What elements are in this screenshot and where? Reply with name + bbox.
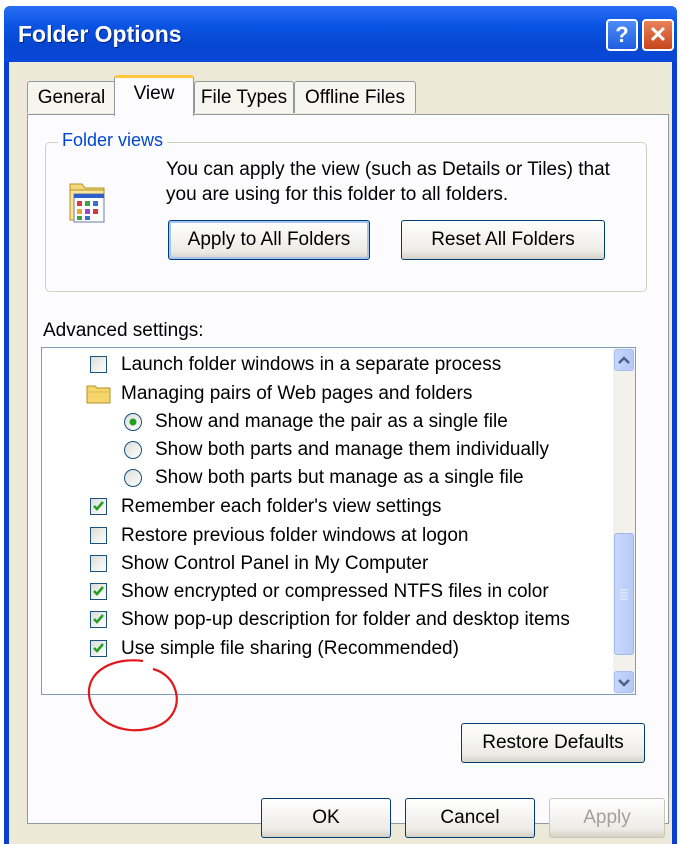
- window-title: Folder Options: [18, 21, 182, 47]
- checkbox[interactable]: [90, 555, 107, 572]
- checkmark-icon: [93, 614, 104, 624]
- tab-offline-files[interactable]: Offline Files: [294, 81, 416, 113]
- radio-dot-icon: [129, 418, 137, 426]
- scrollbar-thumb[interactable]: [614, 533, 634, 655]
- checkmark-icon: [93, 501, 104, 511]
- radio-button[interactable]: [124, 413, 142, 431]
- reset-all-folders-button[interactable]: Reset All Folders: [401, 220, 605, 260]
- folder-views-description: You can apply the view (such as Details …: [166, 159, 610, 205]
- tab-general[interactable]: General: [27, 81, 116, 113]
- help-icon: ?: [615, 22, 629, 47]
- apply-button[interactable]: Apply: [549, 798, 665, 838]
- folder-views-icon: [69, 183, 105, 223]
- folder-views-group: Folder views You can apply the view (suc…: [45, 130, 647, 292]
- folder-options-window: Folder Options ? ✕ General View File Typ…: [4, 6, 677, 844]
- advanced-settings-list[interactable]: Launch folder windows in a separate proc…: [41, 347, 636, 695]
- tab-view[interactable]: View: [114, 75, 194, 116]
- dialog-client-area: General View File Types Offline Files Fo…: [9, 62, 672, 844]
- checkbox[interactable]: [90, 356, 107, 373]
- checkbox[interactable]: [90, 527, 107, 544]
- tab-file-types[interactable]: File Types: [194, 81, 294, 113]
- checkbox[interactable]: [90, 611, 107, 628]
- scroll-up-button[interactable]: [614, 349, 634, 371]
- checkmark-icon: [93, 643, 104, 653]
- title-bar[interactable]: Folder Options ? ✕: [4, 6, 677, 62]
- radio-button[interactable]: [124, 441, 142, 459]
- folder-views-title: Folder views: [58, 130, 168, 151]
- red-annotation-circle-icon: [87, 659, 178, 732]
- apply-to-all-folders-button[interactable]: Apply to All Folders: [168, 220, 370, 260]
- vertical-scrollbar[interactable]: [613, 348, 635, 694]
- checkmark-icon: [93, 586, 104, 596]
- cancel-button[interactable]: Cancel: [405, 798, 535, 838]
- ok-button[interactable]: OK: [261, 798, 391, 838]
- chevron-down-icon: [618, 679, 630, 687]
- checkbox[interactable]: [90, 583, 107, 600]
- advanced-settings-label: Advanced settings:: [43, 320, 204, 341]
- folder-icon: [86, 385, 111, 404]
- help-button[interactable]: ?: [606, 19, 638, 51]
- chevron-up-icon: [618, 356, 630, 364]
- radio-button[interactable]: [124, 469, 142, 487]
- scroll-down-button[interactable]: [614, 671, 634, 693]
- restore-defaults-button[interactable]: Restore Defaults: [461, 723, 645, 763]
- close-icon: ✕: [648, 22, 668, 47]
- grip-icon: [620, 589, 628, 600]
- close-button[interactable]: ✕: [642, 19, 674, 51]
- checkbox[interactable]: [90, 498, 107, 515]
